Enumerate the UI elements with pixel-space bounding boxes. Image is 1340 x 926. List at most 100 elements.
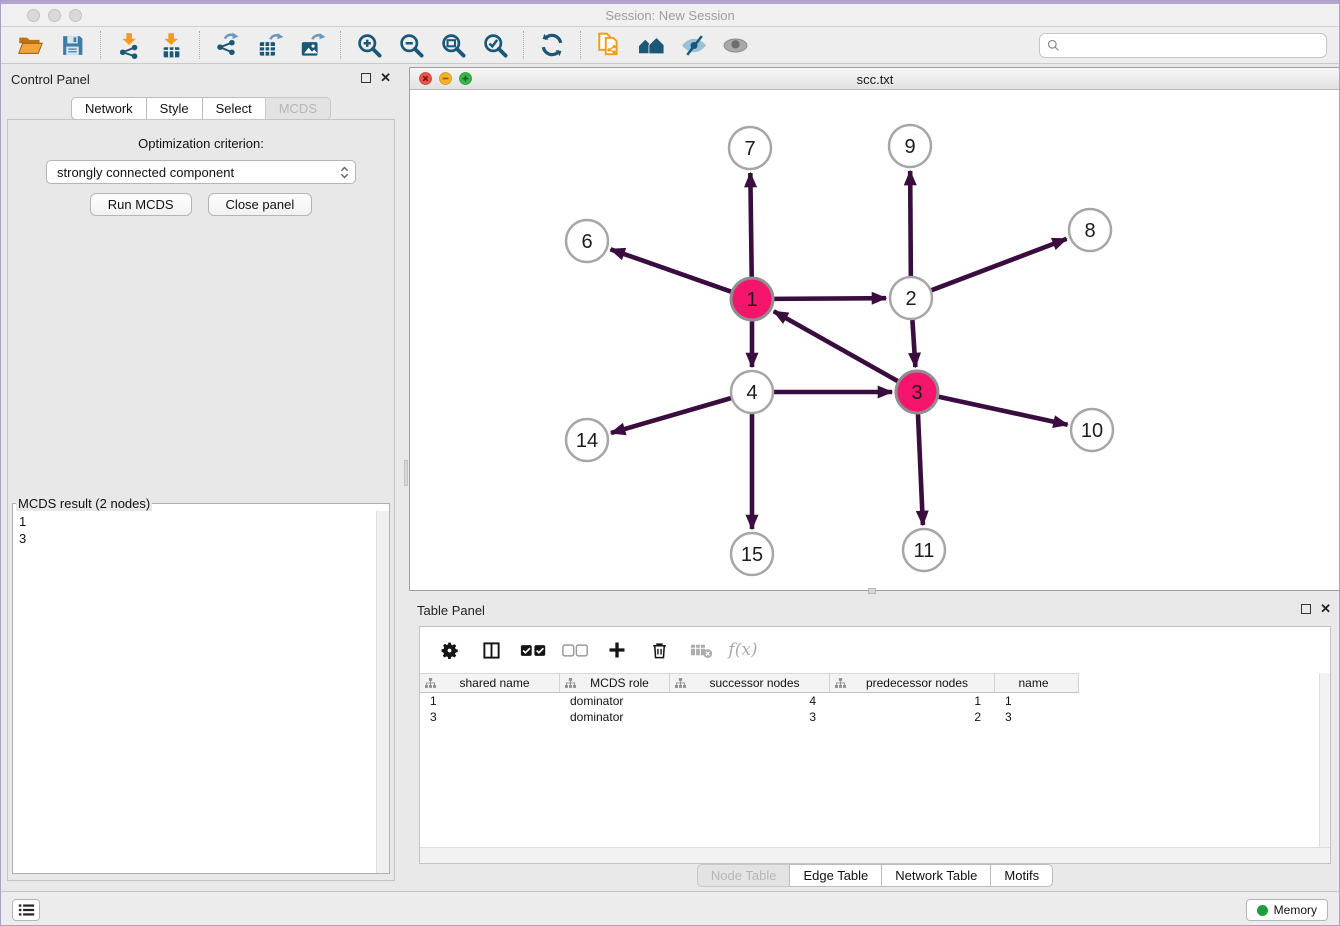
- graph-edge-3-11[interactable]: [918, 413, 923, 525]
- graph-node-1[interactable]: 1: [731, 278, 773, 320]
- tab-network[interactable]: Network: [71, 97, 147, 120]
- network-canvas[interactable]: 7 9 6 8 1 2 4 3 14 10 15 11: [410, 90, 1340, 590]
- network-window-titlebar[interactable]: scc.txt: [410, 68, 1340, 90]
- graph-edge-1-7[interactable]: [750, 173, 751, 278]
- close-table-panel-icon[interactable]: ✕: [1320, 603, 1331, 614]
- vertical-splitter-handle[interactable]: [404, 460, 408, 486]
- float-panel-icon[interactable]: [361, 73, 371, 83]
- run-mcds-button[interactable]: Run MCDS: [90, 193, 192, 216]
- import-network-button[interactable]: [108, 29, 150, 61]
- column-settings-button[interactable]: [430, 633, 468, 667]
- column-header-name[interactable]: name: [995, 673, 1079, 693]
- save-session-button[interactable]: [51, 29, 93, 61]
- table-cell[interactable]: 2: [830, 709, 995, 725]
- column-header-predecessor-nodes[interactable]: predecessor nodes: [830, 673, 995, 693]
- tab-motifs[interactable]: Motifs: [990, 864, 1053, 887]
- column-header-successor-nodes[interactable]: successor nodes: [670, 673, 830, 693]
- table-cell[interactable]: 1: [995, 693, 1079, 709]
- graph-edge-3-10[interactable]: [938, 396, 1068, 424]
- table-cell[interactable]: 3: [670, 709, 830, 725]
- tab-node-table[interactable]: Node Table: [697, 864, 791, 887]
- close-panel-icon[interactable]: ✕: [380, 72, 391, 83]
- table-cell[interactable]: 4: [670, 693, 830, 709]
- graph-node-15[interactable]: 15: [731, 533, 773, 575]
- search-field[interactable]: [1039, 33, 1327, 58]
- svg-text:9: 9: [904, 136, 915, 158]
- splitter-handle[interactable]: [868, 588, 876, 594]
- graph-edge-1-6[interactable]: [611, 249, 733, 292]
- mcds-result-list: 13: [19, 513, 26, 547]
- table-cell[interactable]: 1: [420, 693, 560, 709]
- graph-node-9[interactable]: 9: [889, 125, 931, 167]
- graph-node-8[interactable]: 8: [1069, 209, 1111, 251]
- main-area: Control Panel ✕ NetworkStyleSelectMCDS O…: [1, 64, 1340, 891]
- memory-button[interactable]: Memory: [1246, 899, 1328, 921]
- close-panel-button[interactable]: Close panel: [208, 193, 313, 216]
- table-cell[interactable]: 3: [995, 709, 1079, 725]
- svg-text:2: 2: [905, 288, 916, 310]
- tab-select[interactable]: Select: [202, 97, 266, 120]
- graph-node-14[interactable]: 14: [566, 419, 608, 461]
- tab-mcds[interactable]: MCDS: [265, 97, 331, 120]
- search-input[interactable]: [1065, 37, 1326, 54]
- tab-edge-table[interactable]: Edge Table: [789, 864, 882, 887]
- save-session-icon: [60, 33, 85, 58]
- zoom-fit-button[interactable]: [432, 29, 474, 61]
- float-table-panel-icon[interactable]: [1301, 604, 1311, 614]
- graph-edge-1-2[interactable]: [773, 298, 886, 299]
- tab-network-table[interactable]: Network Table: [881, 864, 991, 887]
- table-row[interactable]: 1dominator411: [420, 693, 1330, 709]
- table-horizontal-scrollbar[interactable]: [420, 847, 1330, 863]
- graph-node-11[interactable]: 11: [903, 529, 945, 571]
- select-all-columns-button[interactable]: [514, 633, 552, 667]
- show-graphics-button[interactable]: [714, 29, 756, 61]
- refresh-layout-button[interactable]: [531, 29, 573, 61]
- graph-node-7[interactable]: 7: [729, 127, 771, 169]
- zoom-out-button[interactable]: [390, 29, 432, 61]
- import-table-button[interactable]: [150, 29, 192, 61]
- column-header-shared-name[interactable]: shared name: [420, 673, 560, 693]
- close-window-button[interactable]: [27, 9, 40, 22]
- tab-style[interactable]: Style: [146, 97, 203, 120]
- table-cell[interactable]: dominator: [560, 693, 670, 709]
- svg-text:11: 11: [914, 540, 935, 562]
- graph-edge-2-9[interactable]: [910, 171, 911, 277]
- table-cell[interactable]: 3: [420, 709, 560, 725]
- toggle-columns-button[interactable]: [472, 633, 510, 667]
- memory-label: Memory: [1274, 903, 1317, 917]
- column-header-MCDS-role[interactable]: MCDS role: [560, 673, 670, 693]
- graph-edge-2-8[interactable]: [931, 239, 1067, 291]
- create-column-button[interactable]: [598, 633, 636, 667]
- graph-edge-4-14[interactable]: [611, 398, 732, 433]
- graph-node-4[interactable]: 4: [731, 371, 773, 413]
- delete-columns-button[interactable]: [640, 633, 678, 667]
- graph-node-3[interactable]: 3: [896, 371, 938, 413]
- deselect-all-columns-button[interactable]: [556, 633, 594, 667]
- open-session-button[interactable]: [9, 29, 51, 61]
- export-table-button[interactable]: [249, 29, 291, 61]
- home-button[interactable]: [630, 29, 672, 61]
- export-network-button[interactable]: [207, 29, 249, 61]
- zoom-window-button[interactable]: [69, 9, 82, 22]
- task-history-button[interactable]: [12, 899, 40, 921]
- table-panel-title: Table Panel: [417, 603, 485, 618]
- minimize-window-button[interactable]: [48, 9, 61, 22]
- graph-node-10[interactable]: 10: [1071, 409, 1113, 451]
- table-cell[interactable]: 1: [830, 693, 995, 709]
- zoom-selected-button[interactable]: [474, 29, 516, 61]
- zoom-in-button[interactable]: [348, 29, 390, 61]
- graph-node-6[interactable]: 6: [566, 220, 608, 262]
- criterion-dropdown[interactable]: strongly connected component: [46, 160, 356, 184]
- network-overview-button[interactable]: [588, 29, 630, 61]
- mcds-scrollbar[interactable]: [376, 511, 389, 873]
- export-image-button[interactable]: [291, 29, 333, 61]
- graph-node-2[interactable]: 2: [890, 277, 932, 319]
- toolbar-separator: [100, 31, 101, 59]
- create-column-icon: [607, 640, 627, 660]
- graph-edge-2-3[interactable]: [912, 319, 915, 367]
- table-vertical-scrollbar[interactable]: [1319, 673, 1330, 847]
- table-row[interactable]: 3dominator323: [420, 709, 1330, 725]
- table-cell[interactable]: dominator: [560, 709, 670, 725]
- graph-edge-3-1[interactable]: [774, 311, 899, 381]
- hide-annotations-button[interactable]: [672, 29, 714, 61]
